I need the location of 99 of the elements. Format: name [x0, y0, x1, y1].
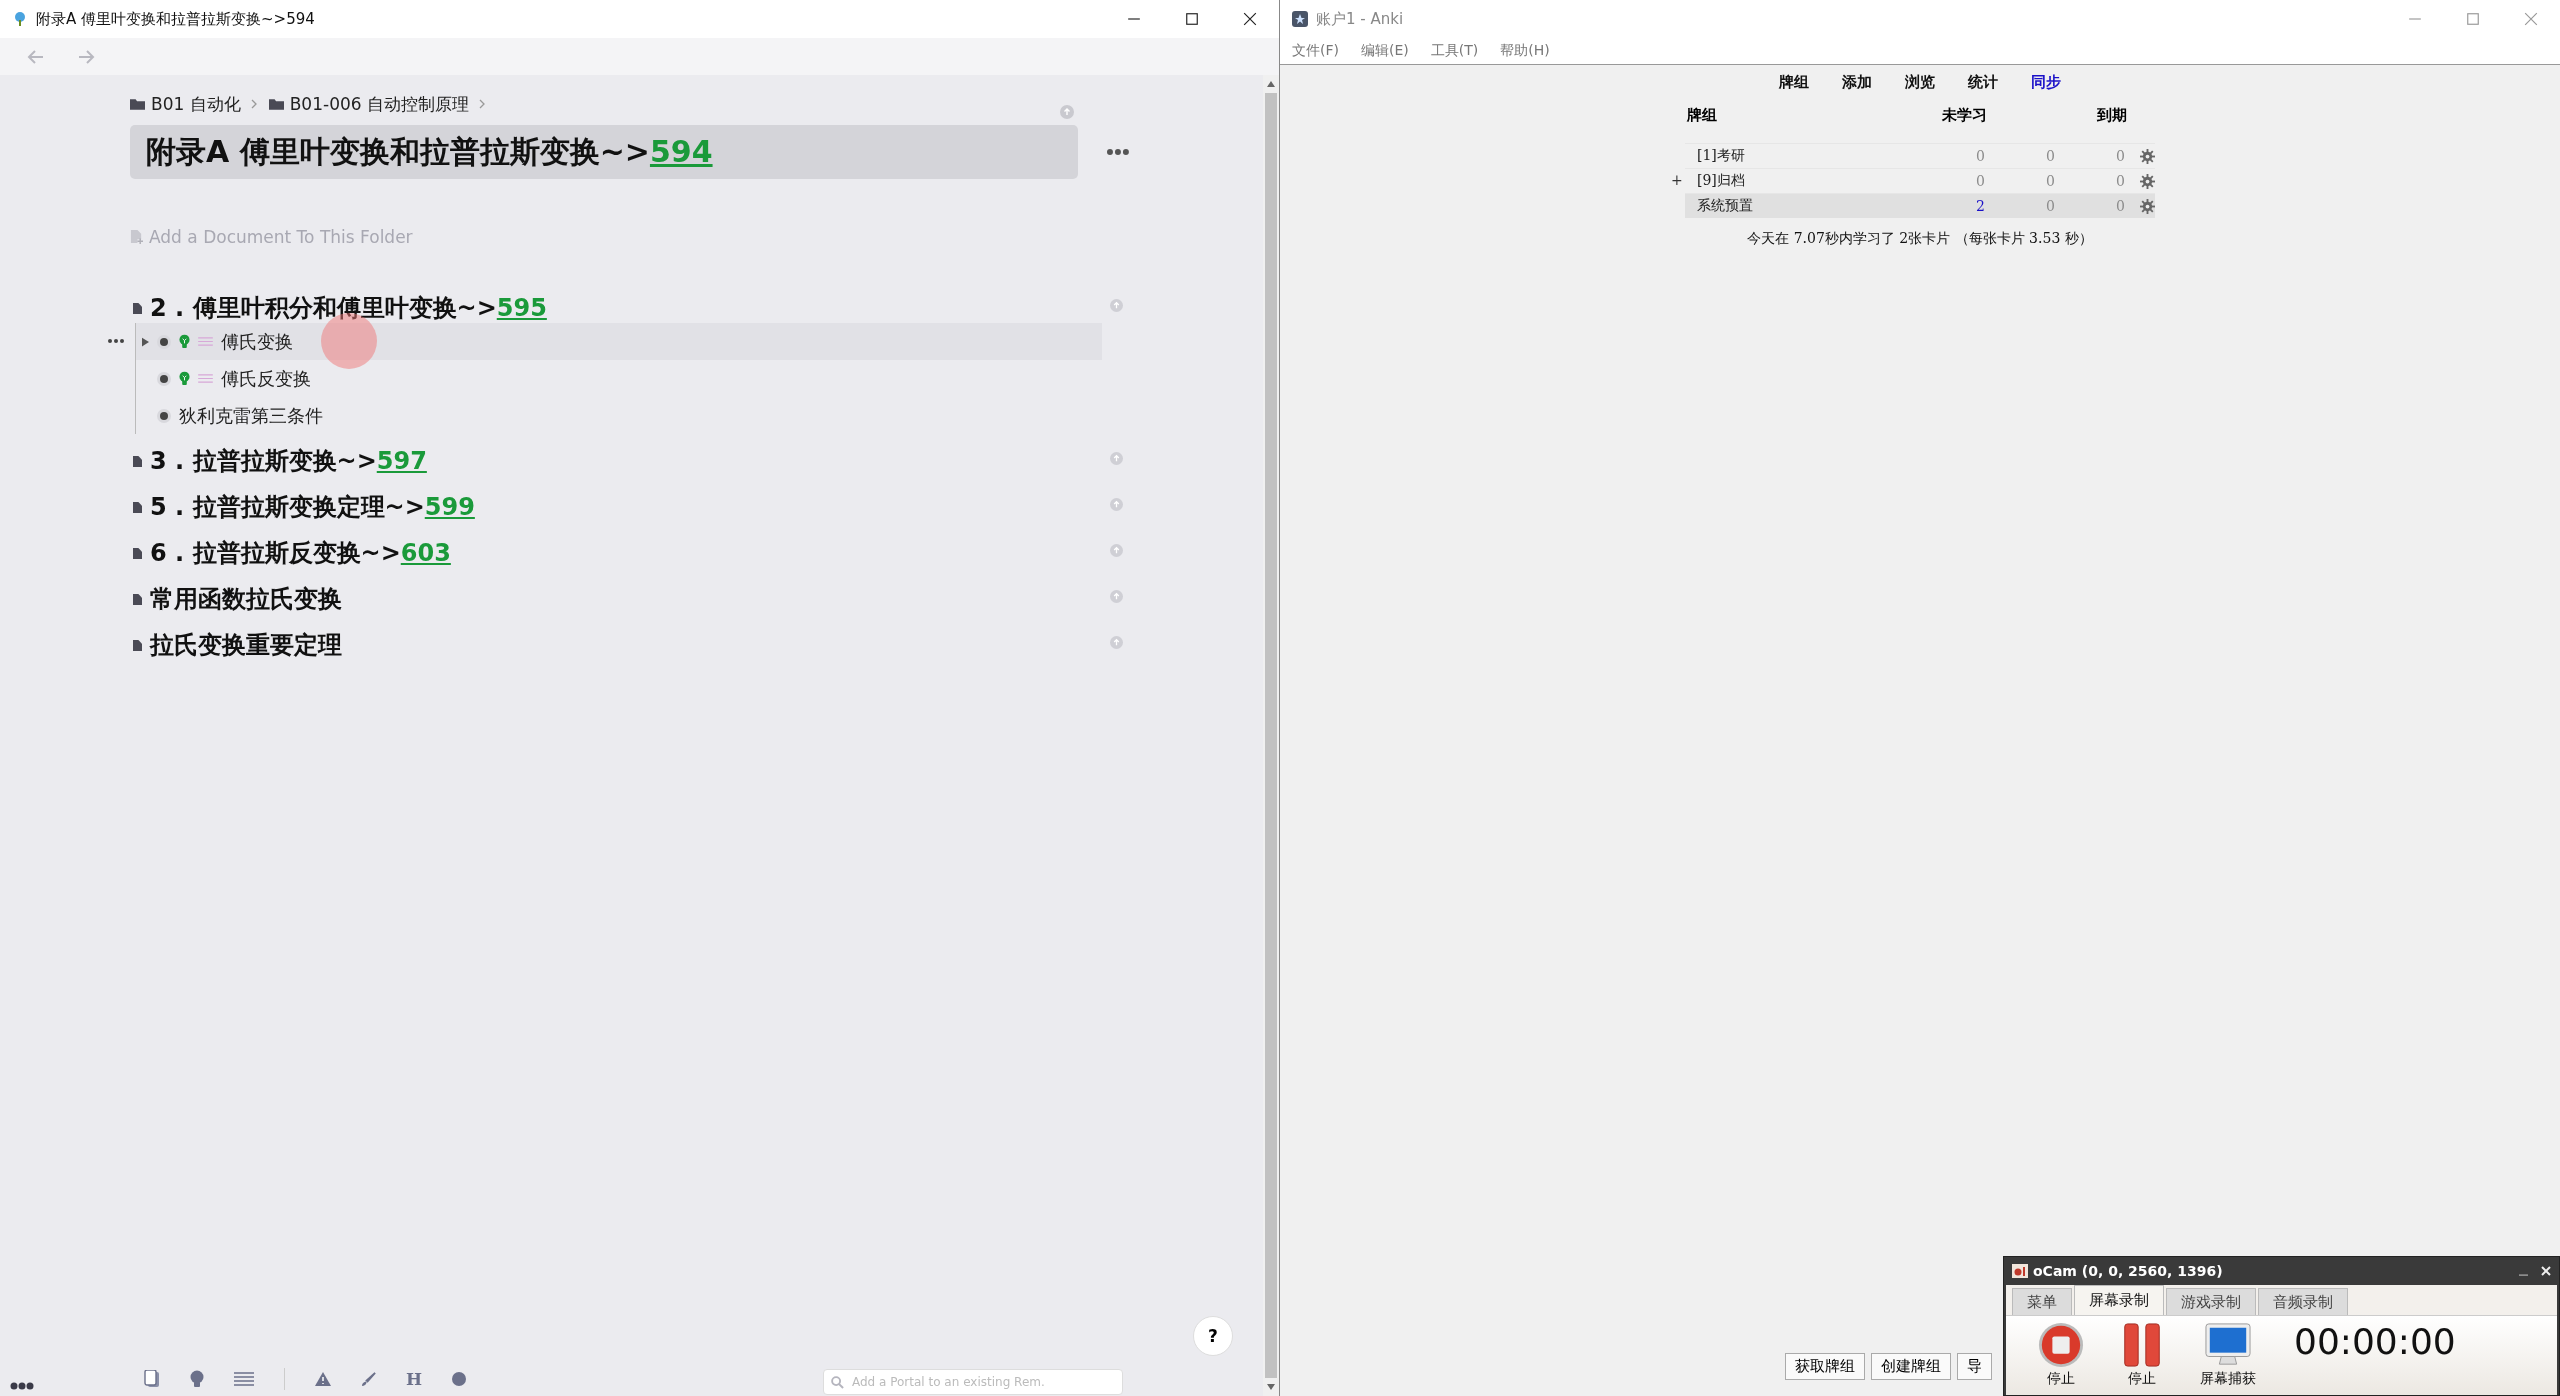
outline-heading: 5 . 拉普拉斯变换定理~>599 [150, 492, 475, 523]
menu-item[interactable]: 文件(F) [1292, 42, 1339, 60]
camera-app-icon [2012, 1264, 2028, 1278]
count-cell-text: 0 [1975, 148, 1985, 164]
gear-icon[interactable] [2140, 148, 2155, 164]
deck-action-button[interactable]: 导 [1957, 1353, 1992, 1380]
action-label: 停止 [2128, 1370, 2156, 1388]
deck-name[interactable]: [1]考研 [1685, 147, 1745, 165]
tab[interactable]: 音频录制 [2258, 1288, 2348, 1315]
outline-heading: 拉氏变换重要定理 [150, 630, 342, 661]
document-icon [133, 302, 142, 314]
outline-item: 傅氏变换 [221, 329, 293, 354]
lightbulb-icon[interactable] [190, 1370, 204, 1388]
folder-icon [130, 98, 145, 110]
outline-heading: 3 . 拉普拉斯变换~>597 [150, 446, 427, 477]
help-button[interactable]: ? [1193, 1316, 1233, 1356]
lightbulb-icon[interactable] [179, 371, 190, 386]
stop-record-icon[interactable] [2038, 1322, 2084, 1368]
document-icon [133, 501, 142, 513]
document-title: 附录A 傅里叶变换和拉普拉斯变换~>594 [130, 125, 1079, 179]
star-app-icon [1292, 11, 1308, 27]
document-icon [133, 639, 142, 651]
close-icon[interactable] [1243, 12, 1257, 26]
column-header: 到期 [2096, 106, 2127, 125]
lines-icon [198, 336, 213, 347]
outline-item: 狄利克雷第三条件 [179, 403, 323, 428]
toolbar-link[interactable]: 统计 [1968, 73, 1998, 92]
toolbar-link[interactable]: 同步 [2031, 73, 2061, 92]
outline-heading: 2 . 傅里叶积分和傅里叶变换~>595 [150, 293, 547, 324]
count-cell-text: 0 [2115, 198, 2125, 214]
deck-name[interactable]: [9]归档 [1685, 172, 1745, 190]
count-cell-text: 0 [2115, 148, 2125, 164]
circle-icon[interactable] [452, 1372, 467, 1386]
count-cell-text: 0 [2045, 173, 2055, 189]
document-icon [133, 547, 142, 559]
pause-icon[interactable] [2122, 1322, 2162, 1368]
window-title: oCam (0, 0, 2560, 1396) [2033, 1263, 2223, 1279]
deck-action-button[interactable]: 创建牌组 [1871, 1353, 1951, 1380]
action-label: 屏幕捕获 [2200, 1370, 2256, 1388]
tab[interactable]: 游戏录制 [2166, 1288, 2256, 1315]
deck-name[interactable]: 系统预置 [1685, 197, 1753, 215]
outline-heading: 常用函数拉氏变换 [150, 584, 342, 615]
cards-icon[interactable] [144, 1370, 160, 1388]
lines-icon [198, 373, 213, 384]
deck-action-button[interactable]: 获取牌组 [1785, 1353, 1865, 1380]
folder-icon [268, 98, 284, 110]
outline-heading: 6 . 拉普拉斯反变换~>603 [150, 538, 451, 569]
bullet-icon[interactable] [157, 371, 171, 386]
scrollbar[interactable] [1263, 75, 1279, 1396]
deck-row[interactable]: [1]考研 0 0 0 [1685, 143, 2155, 168]
document-icon [133, 455, 142, 467]
window-title: 账户1 - Anki [1316, 9, 1404, 29]
brush-icon[interactable] [361, 1371, 376, 1387]
gear-icon[interactable] [2140, 198, 2155, 214]
more-icon[interactable] [108, 339, 124, 343]
count-cell-text: 0 [2045, 148, 2055, 164]
study-summary: 今天在 7.07秒内学习了 2张卡片 （每张卡片 3.53 秒） [1747, 230, 2093, 248]
lightbulb-icon[interactable] [179, 334, 190, 349]
action-label: 停止 [2047, 1370, 2075, 1388]
warning-icon[interactable] [315, 1372, 331, 1386]
menu-item[interactable]: 编辑(E) [1361, 42, 1409, 60]
column-header: 牌组 [1687, 106, 1718, 125]
expand-arrow-icon[interactable] [142, 336, 149, 347]
expand-toggle[interactable]: + [1671, 172, 1685, 190]
timer: 00:00:00 [2294, 1322, 2456, 1362]
heading-tool[interactable]: H [406, 1369, 423, 1389]
chevron-icon [250, 99, 257, 109]
column-header: 未学习 [1941, 106, 1987, 125]
scroll-down-icon[interactable] [1267, 1384, 1275, 1390]
selected-deck-row[interactable]: 系统预置 2 0 0 [1685, 193, 2155, 218]
more-icon[interactable] [10, 1382, 34, 1390]
breadcrumb-link[interactable]: B01 自动化 [151, 92, 241, 116]
tab[interactable]: 菜单 [2012, 1288, 2072, 1315]
tree-icon [12, 11, 28, 27]
list-icon[interactable] [234, 1372, 254, 1386]
bullet-icon[interactable] [157, 334, 171, 349]
tab[interactable]: 屏幕录制 [2074, 1285, 2164, 1315]
monitor-icon[interactable] [2203, 1322, 2253, 1368]
scroll-up-icon[interactable] [1267, 81, 1275, 87]
bullet-icon[interactable] [157, 408, 171, 423]
more-icon[interactable] [1106, 148, 1130, 156]
toolbar-link[interactable]: 牌组 [1779, 73, 1809, 92]
menu-item[interactable]: 工具(T) [1430, 42, 1479, 60]
outline-item: 傅氏反变换 [221, 366, 311, 391]
window-title: 附录A 傅里叶变换和拉普拉斯变换~>594 [36, 9, 315, 29]
count-cell-text: 0 [2115, 173, 2125, 189]
toolbar-link[interactable]: 浏览 [1905, 73, 1935, 92]
count-cell-text: 0 [2045, 198, 2055, 214]
count-cell-text: 2 [1975, 198, 1985, 214]
document-icon [133, 593, 142, 605]
maximize-icon[interactable] [1185, 12, 1199, 26]
breadcrumb-link[interactable]: B01-006 自动控制原理 [289, 92, 469, 116]
portal-search-field[interactable]: Add a Portal to an existing Rem. [823, 1369, 1123, 1395]
gear-icon[interactable] [2140, 173, 2155, 189]
count-cell-text: 0 [1975, 173, 1985, 189]
menu-item[interactable]: 帮助(H) [1500, 42, 1550, 60]
toolbar-link[interactable]: 添加 [1842, 73, 1872, 92]
chevron-icon [479, 99, 485, 109]
search-icon [831, 1376, 844, 1389]
